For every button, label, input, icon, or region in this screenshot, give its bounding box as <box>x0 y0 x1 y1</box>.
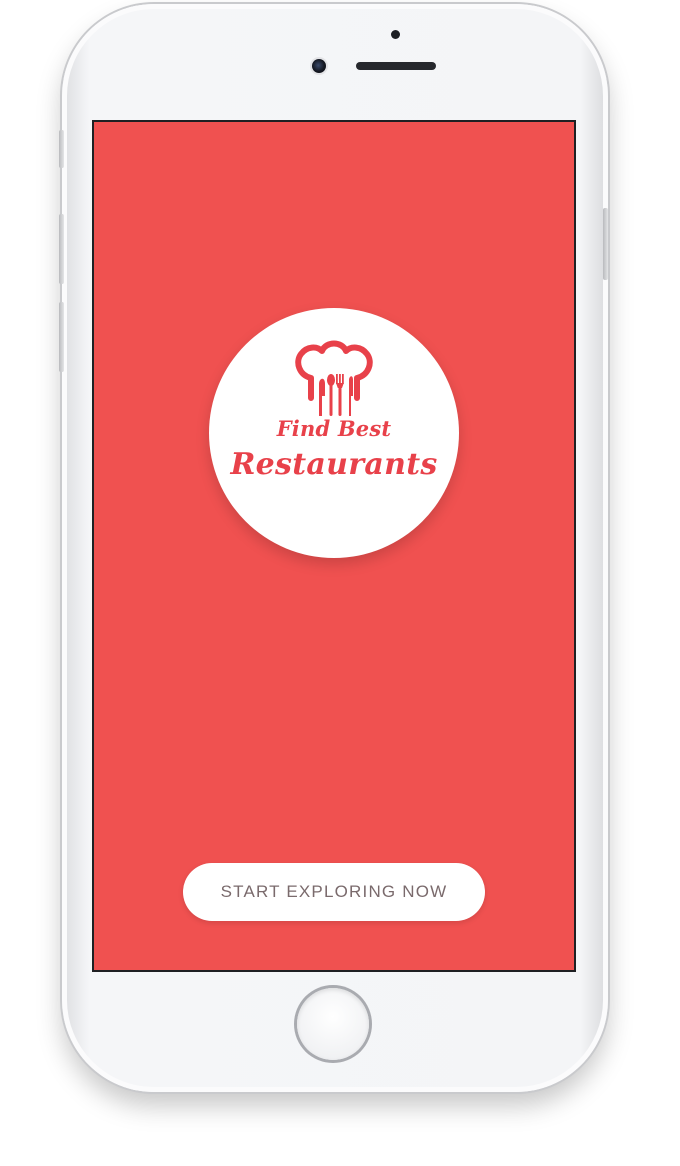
earpiece-speaker-icon <box>356 62 436 70</box>
front-camera-icon <box>312 59 326 73</box>
chef-hat-cutlery-icon <box>295 340 373 416</box>
volume-up-button <box>59 214 64 284</box>
volume-down-button <box>59 302 64 372</box>
home-button-icon[interactable] <box>297 988 369 1060</box>
logo-title-line2: Restaurants <box>230 447 438 482</box>
logo-badge: Find Best Restaurants <box>209 308 459 558</box>
proximity-sensor-icon <box>391 30 400 39</box>
mute-switch <box>59 130 64 168</box>
logo-title-line1: Find Best <box>276 416 392 441</box>
start-exploring-button[interactable]: START EXPLORING NOW <box>183 863 485 921</box>
power-button <box>603 208 608 280</box>
app-screen: Find Best Restaurants START EXPLORING NO… <box>94 122 574 970</box>
